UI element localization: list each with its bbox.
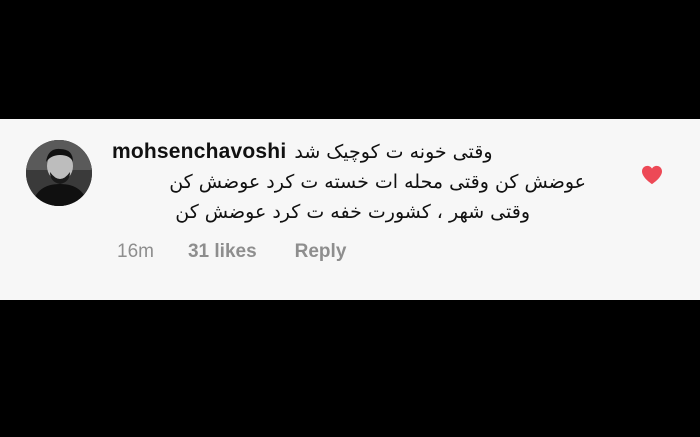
comment-text-line-2: عوضش کن وقتی محله ات خسته ت کرد عوضش کن	[169, 171, 586, 193]
avatar[interactable]	[26, 140, 92, 206]
likes-count[interactable]: 31 likes	[188, 241, 257, 263]
comment-timestamp: 16m	[117, 241, 154, 262]
username-link[interactable]: mohsenchavoshi	[112, 137, 286, 167]
comment-body: mohsenchavoshi وقتی خونه ت کوچیک شد عوضش…	[112, 137, 586, 227]
comment-text-line-3: وقتی شهر ، کشورت خفه ت کرد عوضش کن	[175, 201, 530, 223]
comment-text-line-1: وقتی خونه ت کوچیک شد	[294, 141, 493, 163]
profile-photo	[26, 140, 92, 206]
heart-icon[interactable]	[641, 165, 663, 185]
reply-button[interactable]: Reply	[295, 241, 347, 263]
screenshot-frame: mohsenchavoshi وقتی خونه ت کوچیک شد عوضش…	[0, 0, 700, 437]
comment-card: mohsenchavoshi وقتی خونه ت کوچیک شد عوضش…	[0, 119, 700, 300]
comment-meta: 16m 31 likes Reply	[117, 241, 346, 263]
comment-line-1: mohsenchavoshi وقتی خونه ت کوچیک شد	[112, 137, 582, 167]
